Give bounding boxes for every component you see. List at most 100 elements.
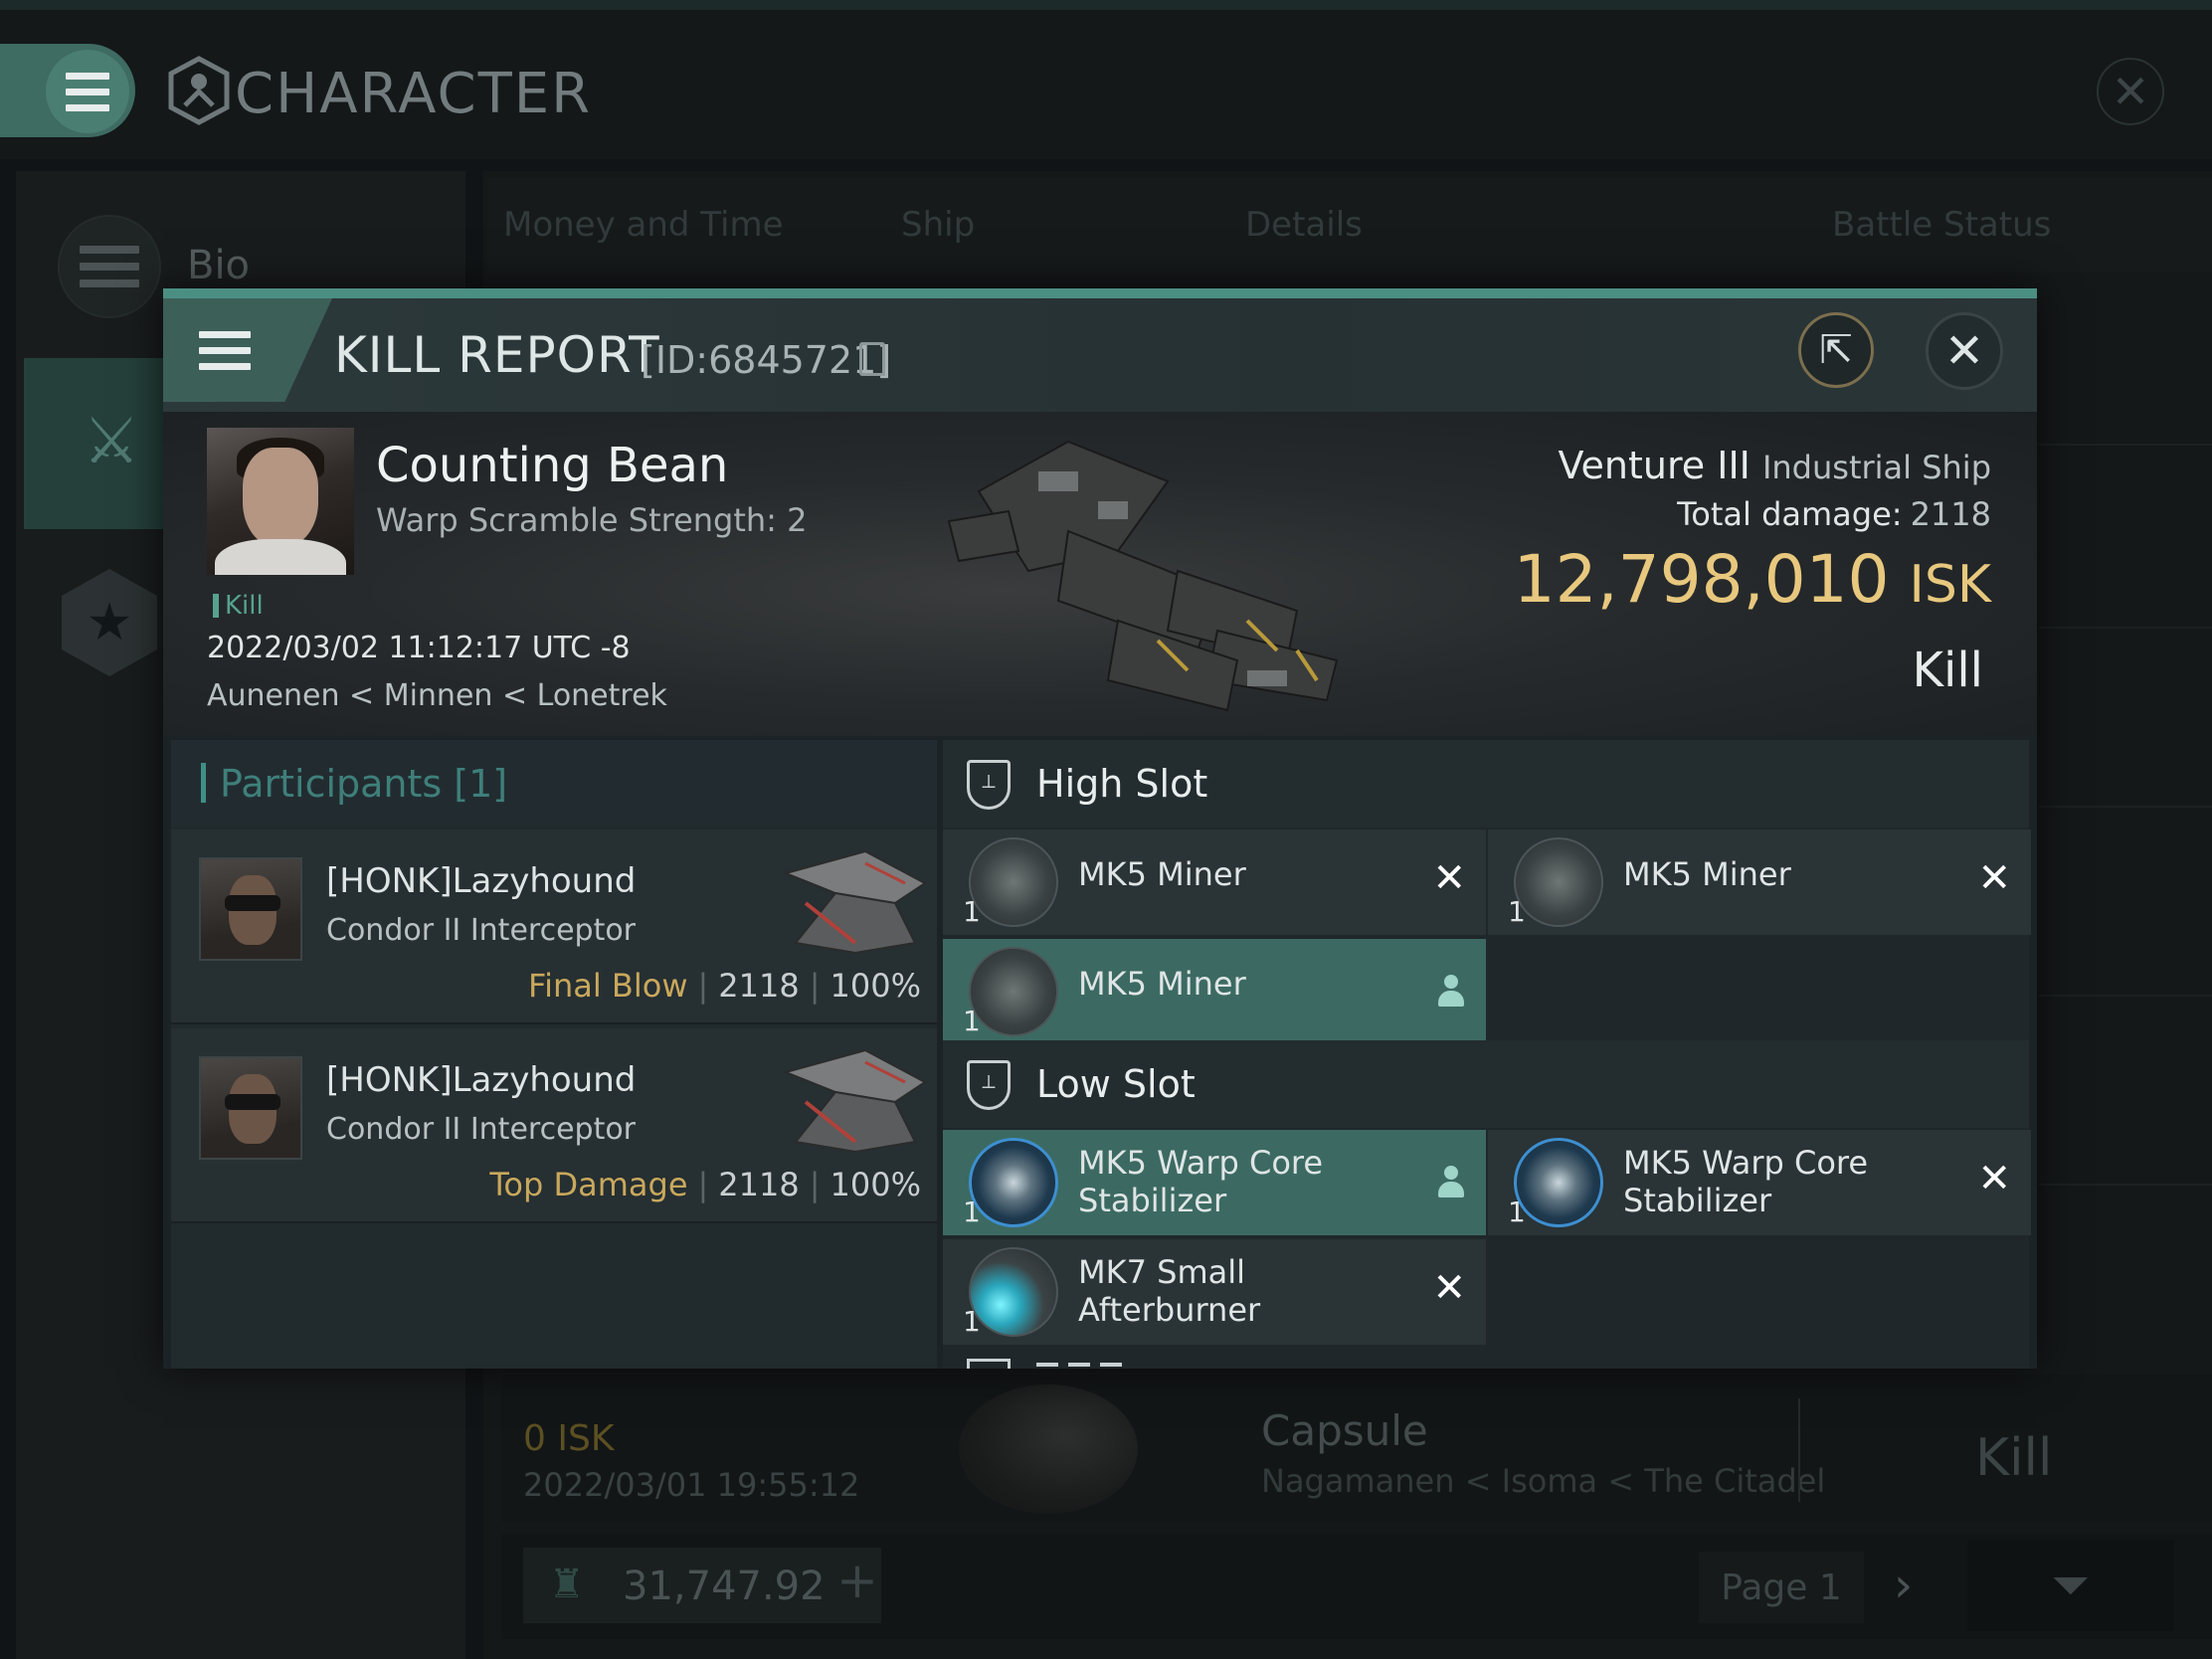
main-menu-button[interactable] (46, 50, 129, 133)
menu-icon (66, 72, 109, 111)
destroyed-icon: ✕ (1977, 1156, 2011, 1201)
miner-icon (969, 947, 1058, 1036)
tab-details[interactable]: Details (1245, 205, 1363, 245)
miner-icon (969, 837, 1058, 927)
ship-class: Industrial Ship (1761, 449, 1991, 486)
page-indicator: Page 1 (1699, 1552, 1864, 1623)
participant-stats: Top Damage | 2118 | 100% (489, 1166, 921, 1203)
slot-item[interactable]: 1 MK5 Miner ✕ (1488, 830, 2031, 935)
item-name: MK5 Miner (1078, 965, 1246, 1003)
top-strip (0, 0, 2212, 10)
kill-report-modal: KILL REPORT [ID:6845721] ⇱ ✕ Counting Be… (163, 288, 2037, 1369)
victim-portrait[interactable] (207, 428, 354, 575)
tab-money-and-time[interactable]: Money and Time (503, 205, 784, 245)
total-damage: Total damage: 2118 (1677, 495, 1991, 533)
copy-icon[interactable] (859, 342, 885, 376)
participant-avatar[interactable] (199, 857, 302, 961)
participants-title: Participants [1] (201, 762, 507, 806)
warp-core-stabilizer-icon (1514, 1138, 1603, 1227)
capsule-image (959, 1384, 1138, 1514)
sidebar-item-label: Bio (187, 243, 251, 288)
item-name: MK5 Warp Core Stabilizer (1623, 1144, 1869, 1219)
low-slot-icon: ⟂ (967, 1060, 1011, 1110)
modal-close-button[interactable]: ✕ (1926, 312, 2003, 390)
kill-row-date: 2022/03/01 19:55:12 (523, 1466, 860, 1504)
participant-ship-image (782, 1048, 927, 1154)
item-quantity: 1 (1508, 895, 1526, 928)
slot-item[interactable]: 1 MK5 Warp Core Stabilizer (943, 1130, 1486, 1235)
sidebar-item-bio[interactable] (58, 215, 161, 318)
item-quantity: 1 (963, 895, 981, 928)
kill-report-id: [ID:6845721] (641, 338, 892, 382)
isk-value: 12,798,010 ISK (1514, 541, 1991, 618)
participant-role: Top Damage (489, 1166, 688, 1203)
dropped-person-icon (1436, 1166, 1466, 1199)
item-quantity: 1 (963, 1005, 981, 1037)
item-quantity: 1 (963, 1305, 981, 1338)
kill-row-location: Nagamanen < Isoma < The Citadel (1261, 1462, 1826, 1500)
wallet-icon: ♜ (549, 1562, 585, 1607)
slot-item[interactable]: 1 MK5 Warp Core Stabilizer ✕ (1488, 1130, 2031, 1235)
participant-ship: Condor II Interceptor (326, 1112, 637, 1147)
tab-ship[interactable]: Ship (901, 205, 975, 245)
tab-battle-status[interactable]: Battle Status (1832, 205, 2051, 245)
fitting-panel: ⟂ High Slot 1 MK5 Miner ✕ 1 MK5 Miner ✕ … (943, 740, 2031, 1369)
participant-damage: 2118 (718, 967, 800, 1005)
kill-row-result: Kill (1975, 1428, 2053, 1488)
next-page-button[interactable]: › (1894, 1558, 1913, 1613)
isk-unit: ISK (1909, 555, 1991, 615)
kill-tag: Kill (213, 591, 264, 621)
item-name: MK5 Warp Core Stabilizer (1078, 1144, 1324, 1219)
victim-ship: Venture III Industrial Ship (1559, 444, 1992, 487)
participant-avatar[interactable] (199, 1056, 302, 1160)
isk-amount: 12,798,010 (1513, 541, 1890, 618)
crossed-swords-icon: ⚔ (83, 405, 140, 478)
participant-row[interactable]: [HONK]Lazyhound Condor II Interceptor To… (171, 1028, 937, 1223)
participants-panel: Participants [1] [HONK]Lazyhound Condor … (171, 740, 937, 1369)
kill-result: Kill (1912, 643, 1983, 698)
close-icon: ✕ (1943, 323, 1985, 379)
participant-row[interactable]: [HONK]Lazyhound Condor II Interceptor Fi… (171, 830, 937, 1024)
slot-item[interactable]: 1 MK7 Small Afterburner ✕ (943, 1239, 1486, 1345)
item-name: MK7 Small Afterburner (1078, 1253, 1261, 1329)
share-button[interactable]: ⇱ (1798, 312, 1874, 388)
share-icon: ⇱ (1819, 327, 1853, 373)
wallet-value: 31,747.92 (623, 1564, 826, 1609)
high-slot-label: High Slot (1036, 762, 1208, 806)
add-funds-button[interactable]: + (831, 1552, 883, 1619)
slot-item[interactable]: 1 MK5 Miner (943, 939, 1486, 1044)
plus-icon: + (836, 1552, 878, 1609)
miner-icon (1514, 837, 1603, 927)
participant-ship: Condor II Interceptor (326, 913, 637, 948)
item-quantity: 1 (1508, 1196, 1526, 1228)
window-title: CHARACTER (235, 62, 593, 126)
participant-ship-image (782, 849, 927, 955)
warp-scramble-strength: Warp Scramble Strength: 2 (376, 501, 808, 539)
close-icon: ✕ (2111, 65, 2150, 118)
dropped-person-icon (1436, 975, 1466, 1009)
ship-name: Venture III (1558, 444, 1751, 487)
filter-icon: ⏷ (2051, 1557, 2091, 1613)
participant-name: [HONK]Lazyhound (326, 1060, 637, 1100)
window-close-button[interactable]: ✕ (2097, 58, 2164, 125)
afterburner-icon (969, 1247, 1058, 1337)
participant-damage: 2118 (718, 1166, 800, 1203)
participant-stats: Final Blow | 2118 | 100% (528, 967, 921, 1005)
modal-title: KILL REPORT (334, 326, 660, 384)
participant-name: [HONK]Lazyhound (326, 861, 637, 901)
chevron-right-icon: › (1894, 1558, 1914, 1613)
slot-item[interactable]: 1 MK5 Miner ✕ (943, 830, 1486, 935)
divider (1798, 1398, 1800, 1502)
item-name: MK5 Miner (1078, 855, 1246, 893)
menu-icon (80, 246, 139, 287)
destroyed-icon: ✕ (1432, 855, 1466, 901)
star-icon: ★ (86, 593, 133, 652)
kill-location: Aunenen < Minnen < Lonetrek (207, 678, 667, 713)
participant-role: Final Blow (528, 967, 688, 1005)
victim-ship-image (947, 440, 1339, 712)
mid-slot-label-peek (1036, 1363, 1156, 1369)
victim-name: Counting Bean (376, 438, 729, 493)
filter-button[interactable]: ⏷ (1967, 1540, 2174, 1631)
total-damage-value: 2118 (1910, 495, 1991, 533)
participant-percent: 100% (830, 967, 921, 1005)
